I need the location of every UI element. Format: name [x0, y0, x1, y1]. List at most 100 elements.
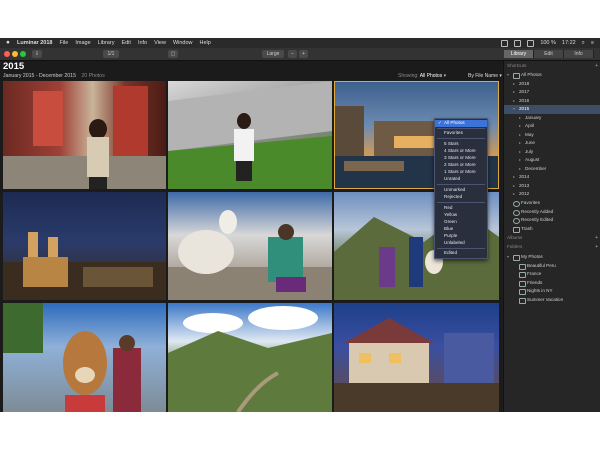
photo-tile[interactable] — [334, 303, 499, 412]
airplay-icon[interactable] — [514, 39, 522, 47]
menu-file[interactable]: File — [59, 38, 68, 48]
dropbox-icon[interactable] — [501, 39, 509, 47]
filter-blue[interactable]: Blue — [435, 226, 487, 233]
sidebar-item-may[interactable]: ▸ May — [504, 131, 600, 140]
chevron-right-icon[interactable]: ▸ — [513, 88, 515, 97]
chevron-right-icon[interactable]: ▸ — [513, 190, 515, 199]
menu-window[interactable]: Window — [173, 38, 193, 48]
sidebar-item-2012[interactable]: ▸ 2012 — [504, 190, 600, 199]
sidebar-item-all-photos[interactable]: ▾ All Photos — [504, 71, 600, 80]
zoom-out-button[interactable]: − — [288, 50, 297, 58]
menu-library[interactable]: Library — [98, 38, 115, 48]
chevron-right-icon[interactable]: ▸ — [519, 122, 521, 131]
list-icon[interactable]: ≡ — [591, 38, 594, 48]
minimize-window-button[interactable] — [12, 51, 18, 57]
menu-help[interactable]: Help — [200, 38, 211, 48]
chevron-right-icon[interactable]: ▸ — [519, 165, 521, 174]
filter-unlabeled[interactable]: Unlabeled — [435, 240, 487, 247]
filter-unrated[interactable]: Unrated — [435, 176, 487, 183]
filter-unmarked[interactable]: Unmarked — [435, 187, 487, 194]
sidebar-item-recently-edited[interactable]: Recently Edited — [504, 216, 600, 225]
sort-value[interactable]: By File Name — [468, 73, 498, 79]
sidebar-item-folder[interactable]: France — [504, 270, 600, 279]
import-button[interactable]: ⇩ — [32, 50, 42, 58]
chevron-right-icon[interactable]: ▸ — [513, 182, 515, 191]
sidebar-item-trash[interactable]: Trash — [504, 225, 600, 234]
zoom-window-button[interactable] — [20, 51, 26, 57]
filter-1-star[interactable]: 1 Stars or More — [435, 169, 487, 176]
menu-app[interactable]: Luminar 2018 — [17, 38, 52, 48]
sidebar-item-june[interactable]: ▸ June — [504, 139, 600, 148]
sidebar-item-2014[interactable]: ▸ 2014 — [504, 173, 600, 182]
photo-tile[interactable] — [3, 303, 166, 412]
clock[interactable]: 17:22 — [562, 38, 576, 48]
filter-purple[interactable]: Purple — [435, 233, 487, 240]
chevron-right-icon[interactable]: ▸ — [513, 97, 515, 106]
photo-tile[interactable] — [3, 192, 166, 300]
sort-select[interactable]: By File Name ▾ — [468, 73, 502, 79]
filter-yellow[interactable]: Yellow — [435, 212, 487, 219]
apple-icon[interactable]: ● — [6, 38, 10, 48]
sidebar-item-july[interactable]: ▸ July — [504, 148, 600, 157]
menu-view[interactable]: View — [154, 38, 166, 48]
sidebar-item-recently-added[interactable]: Recently Added — [504, 208, 600, 217]
tab-edit[interactable]: Edit — [534, 50, 564, 58]
filter-rejected[interactable]: Rejected — [435, 194, 487, 201]
sidebar-item-august[interactable]: ▸ August — [504, 156, 600, 165]
photo-tile[interactable] — [168, 81, 332, 189]
sidebar-item-april[interactable]: ▸ April — [504, 122, 600, 131]
sidebar-item-folder[interactable]: Nights in NY — [504, 287, 600, 296]
tab-library[interactable]: Library — [504, 50, 534, 58]
photo-tile[interactable] — [168, 192, 332, 300]
close-window-button[interactable] — [4, 51, 10, 57]
search-icon[interactable]: ⌕ — [582, 38, 585, 48]
sidebar-item-december[interactable]: ▸ December — [504, 165, 600, 174]
filter-2-stars[interactable]: 2 Stars or More — [435, 162, 487, 169]
sidebar-item-2018[interactable]: ▸ 2018 — [504, 80, 600, 89]
chevron-right-icon[interactable]: ▸ — [519, 139, 521, 148]
menu-image[interactable]: Image — [75, 38, 90, 48]
chevron-right-icon[interactable]: ▸ — [519, 148, 521, 157]
showing-filter[interactable]: Showing: All Photos ▾ — [398, 73, 446, 79]
albums-add-icon[interactable]: + — [595, 235, 598, 241]
chevron-down-icon[interactable]: ▾ — [507, 71, 509, 80]
zoom-select[interactable]: Large — [262, 50, 284, 58]
filter-3-stars[interactable]: 3 Stars or More — [435, 155, 487, 162]
chevron-right-icon[interactable]: ▸ — [513, 80, 515, 89]
menu-info[interactable]: Info — [138, 38, 147, 48]
sidebar-item-my-photos[interactable]: ▾ My Photos — [504, 253, 600, 262]
folders-add-icon[interactable]: + — [595, 244, 598, 250]
filter-all-photos[interactable]: ✓ All Photos — [435, 120, 487, 127]
zoom-in-button[interactable]: + — [299, 50, 308, 58]
battery-level[interactable]: 100 % — [540, 38, 556, 48]
sidebar-item-2017[interactable]: ▸ 2017 — [504, 88, 600, 97]
sidebar-item-folder[interactable]: Summer Vacation — [504, 296, 600, 305]
shortcuts-add-icon[interactable]: + — [595, 63, 598, 69]
chevron-right-icon[interactable]: ▸ — [519, 131, 521, 140]
sidebar-item-2013[interactable]: ▸ 2013 — [504, 182, 600, 191]
photo-tile[interactable] — [3, 81, 166, 189]
filter-edited[interactable]: Edited — [435, 250, 487, 257]
filter-red[interactable]: Red — [435, 205, 487, 212]
wifi-icon[interactable] — [527, 39, 535, 47]
filter-4-stars[interactable]: 4 Stars or More — [435, 148, 487, 155]
tab-info[interactable]: Info — [564, 50, 594, 58]
sidebar-item-folder[interactable]: Beautiful Peru — [504, 262, 600, 271]
sidebar-item-january[interactable]: ▸ January — [504, 114, 600, 123]
sidebar-item-2015[interactable]: ▾ 2015 — [504, 105, 600, 114]
photo-tile[interactable] — [168, 303, 332, 412]
filter-favorites[interactable]: Favorites — [435, 130, 487, 137]
menu-edit[interactable]: Edit — [121, 38, 130, 48]
view-toggle-button[interactable]: 1/1 — [103, 50, 119, 58]
filter-5-stars[interactable]: 5 Stars — [435, 141, 487, 148]
chevron-right-icon[interactable]: ▸ — [519, 156, 521, 165]
filter-green[interactable]: Green — [435, 219, 487, 226]
chevron-down-icon[interactable]: ▾ — [507, 253, 509, 262]
showing-value[interactable]: All Photos — [420, 73, 443, 79]
sidebar-item-favorites[interactable]: Favorites — [504, 199, 600, 208]
chevron-right-icon[interactable]: ▸ — [519, 114, 521, 123]
sidebar-toggle-icon[interactable]: ▢ — [168, 50, 178, 58]
sidebar-item-folder[interactable]: Friends — [504, 279, 600, 288]
chevron-right-icon[interactable]: ▸ — [513, 173, 515, 182]
chevron-down-icon[interactable]: ▾ — [513, 105, 515, 114]
